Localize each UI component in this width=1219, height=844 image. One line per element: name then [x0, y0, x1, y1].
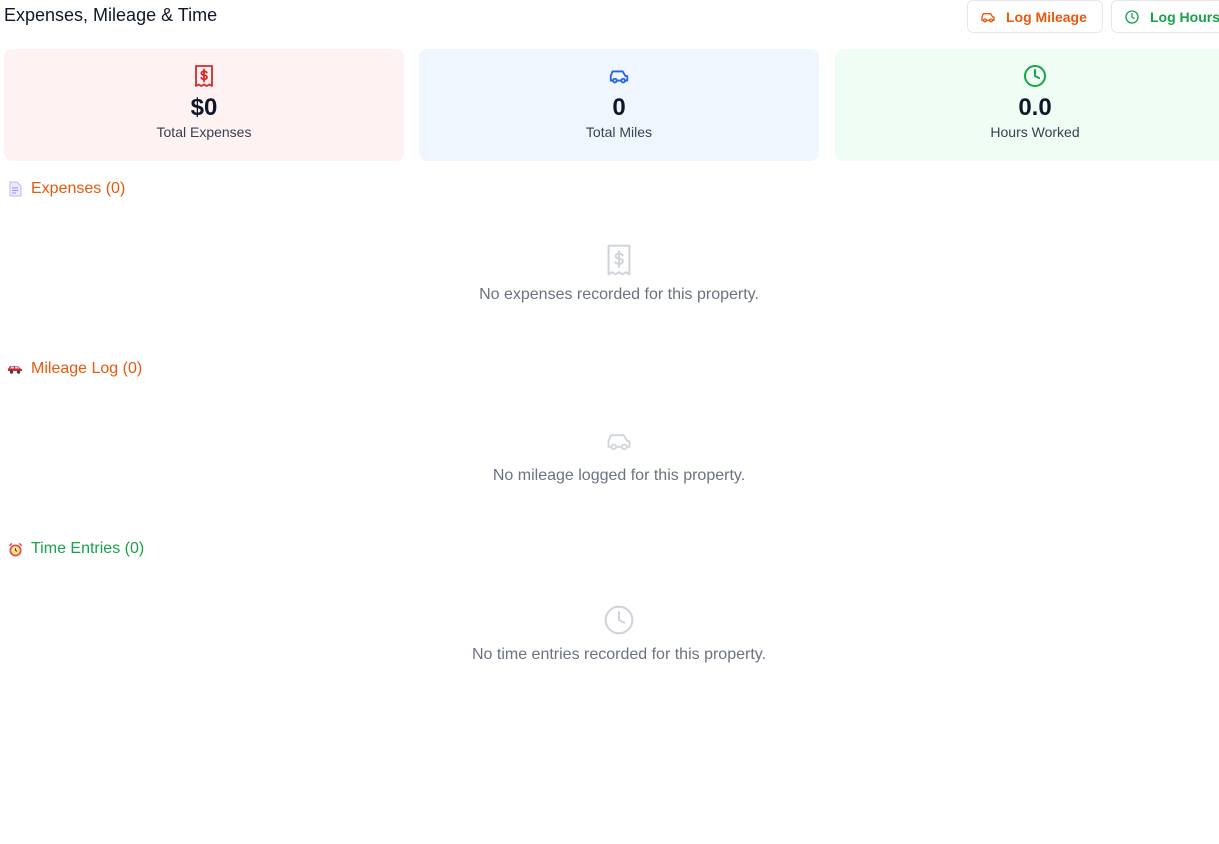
car-icon: [981, 12, 995, 22]
mileage-empty-state: No mileage logged for this property.: [0, 425, 1219, 485]
car-icon: [607, 434, 631, 451]
expenses-empty-state: No expenses recorded for this property.: [0, 244, 1219, 304]
total-miles-label: Total Miles: [585, 124, 653, 140]
mileage-section-header: Mileage Log (0): [7, 359, 142, 379]
total-miles-card: 0 Total Miles: [419, 49, 819, 161]
clock-icon: [1024, 65, 1046, 87]
car-icon: [609, 70, 629, 84]
log-mileage-label: Log Mileage: [1006, 8, 1087, 25]
time-section-title: Time Entries (0): [31, 540, 145, 557]
clock-icon: [1125, 9, 1139, 24]
receipt-icon: [607, 244, 631, 276]
clock-icon: [604, 605, 634, 635]
alarm-clock-emoji-icon: [7, 541, 23, 557]
hours-worked-value: 0.0: [1018, 94, 1052, 121]
total-expenses-label: Total Expenses: [156, 124, 252, 140]
car-emoji-icon: [7, 361, 23, 377]
mileage-section-title: Mileage Log (0): [31, 360, 143, 377]
time-empty-text: No time entries recorded for this proper…: [471, 646, 767, 663]
total-expenses-card: $0 Total Expenses: [4, 49, 404, 161]
mileage-empty-text: No mileage logged for this property.: [492, 467, 746, 484]
hours-worked-label: Hours Worked: [990, 124, 1080, 140]
time-empty-state: No time entries recorded for this proper…: [0, 604, 1219, 664]
time-section-header: Time Entries (0): [7, 539, 144, 559]
page-emoji-icon: [7, 181, 23, 197]
total-expenses-value: $0: [190, 94, 218, 121]
expenses-section-title: Expenses (0): [31, 180, 126, 197]
hours-worked-card: 0.0 Hours Worked: [835, 49, 1219, 161]
expenses-section-header: Expenses (0): [7, 179, 125, 199]
log-mileage-button[interactable]: Log Mileage: [967, 0, 1103, 33]
page-title: Expenses, Mileage & Time: [4, 5, 218, 25]
total-miles-value: 0: [612, 94, 626, 121]
expenses-empty-text: No expenses recorded for this property.: [479, 286, 759, 303]
receipt-icon: [195, 65, 213, 87]
log-hours-button[interactable]: Log Hours: [1111, 0, 1219, 33]
log-hours-label: Log Hours: [1150, 8, 1219, 25]
page: Expenses, Mileage & Time Log Mileage Log…: [0, 0, 1219, 844]
